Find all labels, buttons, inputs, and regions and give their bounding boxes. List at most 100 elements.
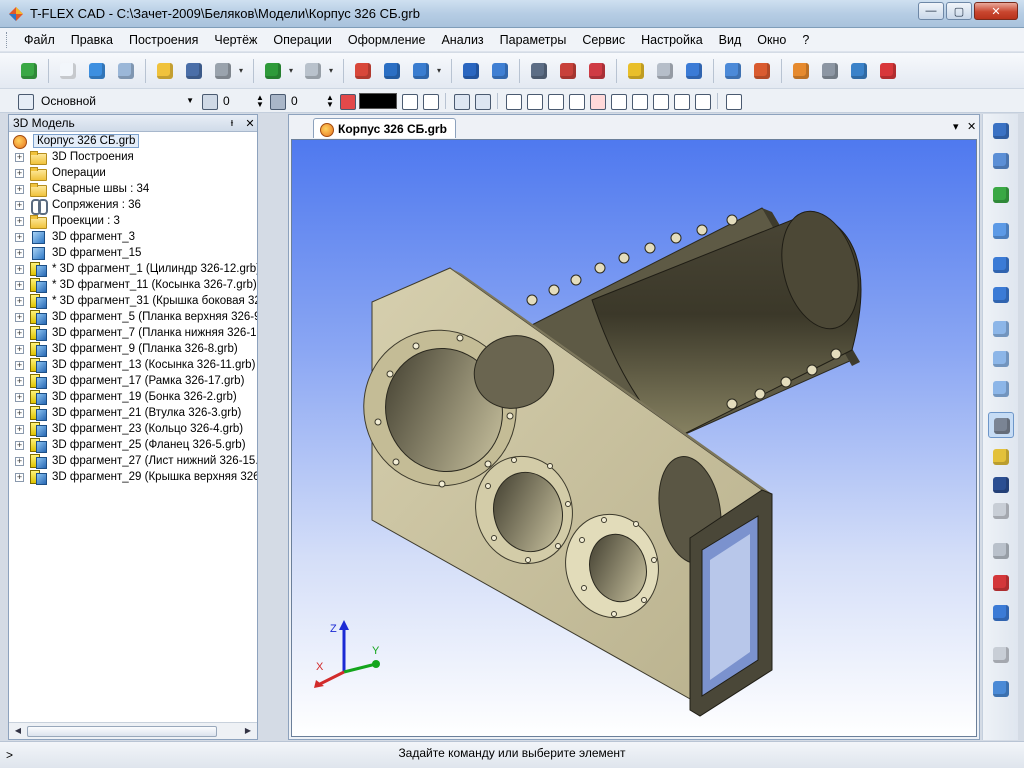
tree-horizontal-scrollbar[interactable]: ◀ ▶ <box>9 722 257 739</box>
check-fragment-icon[interactable] <box>555 58 581 84</box>
select-sheet-icon[interactable] <box>651 92 669 110</box>
expand-icon[interactable]: + <box>15 312 24 322</box>
tree-item[interactable]: + Сварные швы : 34 <box>9 181 257 197</box>
expand-icon[interactable]: + <box>15 200 24 210</box>
level-spinner-icon[interactable]: ▲ ▼ <box>255 93 265 108</box>
coordinate-system-icon[interactable] <box>379 58 405 84</box>
select-fragment-icon[interactable] <box>724 92 742 110</box>
tab-menu-icon[interactable]: ▾ <box>953 120 959 133</box>
zoom-in-icon[interactable] <box>988 316 1014 342</box>
tree-item[interactable]: +3D фрагмент_17 (Рамка 326-17.grb) <box>9 373 257 389</box>
expand-icon[interactable]: + <box>15 344 24 354</box>
new-document-icon[interactable] <box>55 58 81 84</box>
tree-item[interactable]: +3D Построения <box>9 149 257 165</box>
select-loop-icon[interactable] <box>609 92 627 110</box>
command-prompt[interactable]: > <box>6 748 13 762</box>
select-body-icon[interactable] <box>567 92 585 110</box>
expand-icon[interactable]: + <box>15 328 24 338</box>
menu-help[interactable]: ? <box>794 33 817 47</box>
expand-icon[interactable]: + <box>15 168 24 178</box>
select-solid-icon[interactable] <box>630 92 648 110</box>
tree-item[interactable]: +3D фрагмент_19 (Бонка 326-2.grb) <box>9 389 257 405</box>
undo-icon[interactable] <box>260 58 286 84</box>
pin-icon[interactable]: ᵻ <box>225 117 239 129</box>
tree-root[interactable]: Корпус 326 СБ.grb <box>9 133 257 149</box>
expand-icon[interactable]: + <box>15 424 24 434</box>
menu-view[interactable]: Вид <box>711 33 750 47</box>
insert-fragment-icon[interactable] <box>526 58 552 84</box>
zoom-extents-icon[interactable] <box>988 282 1014 308</box>
tree-item[interactable]: +3D фрагмент_9 (Планка 326-8.grb) <box>9 341 257 357</box>
tree-item[interactable]: +3D фрагмент_5 (Планка верхняя 326-9.g <box>9 309 257 325</box>
menu-settings[interactable]: Настройка <box>633 33 711 47</box>
select-wire-icon[interactable] <box>672 92 690 110</box>
snap-point-icon[interactable] <box>988 148 1014 174</box>
3d-model-render[interactable]: Z Y X <box>292 140 977 737</box>
open-folder-icon[interactable] <box>152 58 178 84</box>
redo-dropdown-icon[interactable]: ▾ <box>329 66 337 75</box>
tree-item[interactable]: + Проекции : 3 <box>9 213 257 229</box>
priority-input[interactable]: 0 ▲ ▼ <box>289 92 335 110</box>
expand-icon[interactable]: + <box>15 472 24 482</box>
tree-item[interactable]: +3D фрагмент_3 <box>9 229 257 245</box>
calculator-icon[interactable] <box>817 58 843 84</box>
fragment-star-icon[interactable] <box>623 58 649 84</box>
export-icon[interactable] <box>749 58 775 84</box>
select-vertex-icon[interactable] <box>525 92 543 110</box>
menu-edit[interactable]: Правка <box>63 33 121 47</box>
tools-icon[interactable] <box>788 58 814 84</box>
paperclip-icon[interactable] <box>846 58 872 84</box>
print-icon[interactable] <box>210 58 236 84</box>
scroll-left-icon[interactable]: ◀ <box>11 726 25 737</box>
menu-analysis[interactable]: Анализ <box>433 33 491 47</box>
expand-icon[interactable]: + <box>15 280 24 290</box>
menu-design[interactable]: Оформление <box>340 33 434 47</box>
layers-icon[interactable] <box>408 58 434 84</box>
new-3d-model-icon[interactable] <box>84 58 110 84</box>
menu-grip-icon[interactable] <box>6 32 9 48</box>
new-window-icon[interactable] <box>113 58 139 84</box>
walk-view-icon[interactable] <box>988 498 1014 524</box>
expand-icon[interactable]: + <box>15 440 24 450</box>
tree-item[interactable]: + Операции <box>9 165 257 181</box>
expand-icon[interactable]: + <box>15 408 24 418</box>
expand-icon[interactable]: + <box>15 296 24 306</box>
fragment-update-icon[interactable] <box>681 58 707 84</box>
tflex-app-icon[interactable] <box>8 6 24 22</box>
expand-icon[interactable]: + <box>15 216 24 226</box>
copy-view-icon[interactable] <box>988 538 1014 564</box>
tree-item[interactable]: +3D фрагмент_23 (Кольцо 326-4.grb) <box>9 421 257 437</box>
section-view-icon[interactable] <box>988 642 1014 668</box>
library-icon[interactable] <box>720 58 746 84</box>
menu-parameters[interactable]: Параметры <box>492 33 575 47</box>
snap-magnet-icon[interactable] <box>988 118 1014 144</box>
select-edge-icon[interactable] <box>504 92 522 110</box>
close-button[interactable]: ✕ <box>974 2 1018 20</box>
orbit-view-icon[interactable] <box>988 472 1014 498</box>
expand-icon[interactable]: + <box>15 456 24 466</box>
dimension-icon[interactable] <box>875 58 901 84</box>
expand-icon[interactable]: + <box>15 152 24 162</box>
filter-icon[interactable] <box>400 92 418 110</box>
select-face-icon[interactable] <box>546 92 564 110</box>
scroll-right-icon[interactable]: ▶ <box>241 726 255 737</box>
priority-spinner-icon[interactable]: ▲ ▼ <box>325 93 335 108</box>
expand-icon[interactable]: + <box>15 232 24 242</box>
minimize-button[interactable]: — <box>918 2 944 20</box>
assembly-icon[interactable] <box>487 58 513 84</box>
redo-icon[interactable] <box>300 58 326 84</box>
select-mode-icon[interactable] <box>452 92 470 110</box>
tree-item[interactable]: + * 3D фрагмент_11 (Косынка 326-7.grb) <box>9 277 257 293</box>
chevron-down-double-icon[interactable] <box>16 58 42 84</box>
expand-icon[interactable]: + <box>15 248 24 258</box>
expand-icon[interactable]: + <box>15 392 24 402</box>
filter-list-icon[interactable] <box>421 92 439 110</box>
layer-select[interactable]: Основной ▼ <box>37 92 197 110</box>
menu-drawing[interactable]: Чертёж <box>206 33 265 47</box>
workplane-icon[interactable] <box>350 58 376 84</box>
chevron-down-icon[interactable]: ▼ <box>183 96 197 105</box>
tree-item[interactable]: +3D фрагмент_21 (Втулка 326-3.grb) <box>9 405 257 421</box>
expand-icon[interactable]: + <box>15 360 24 370</box>
menu-file[interactable]: Файл <box>16 33 63 47</box>
3d-viewport[interactable]: Z Y X <box>291 139 977 737</box>
